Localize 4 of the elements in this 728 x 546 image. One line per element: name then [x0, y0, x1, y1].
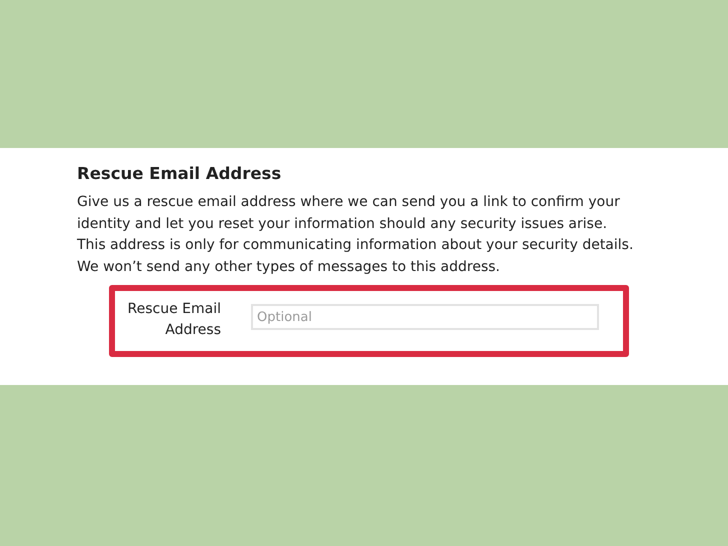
section-description: Give us a rescue email address where we can send you a link to confirm your identity and let you reset your information should any security issues arise. This address is only for communicating information about your security details. We won’t send any other types of messages to this address.: [77, 193, 634, 276]
field-label: Rescue Email Address: [126, 300, 221, 340]
section-title: Rescue Email Address: [77, 163, 282, 185]
email-input-field[interactable]: Optional: [251, 304, 599, 330]
